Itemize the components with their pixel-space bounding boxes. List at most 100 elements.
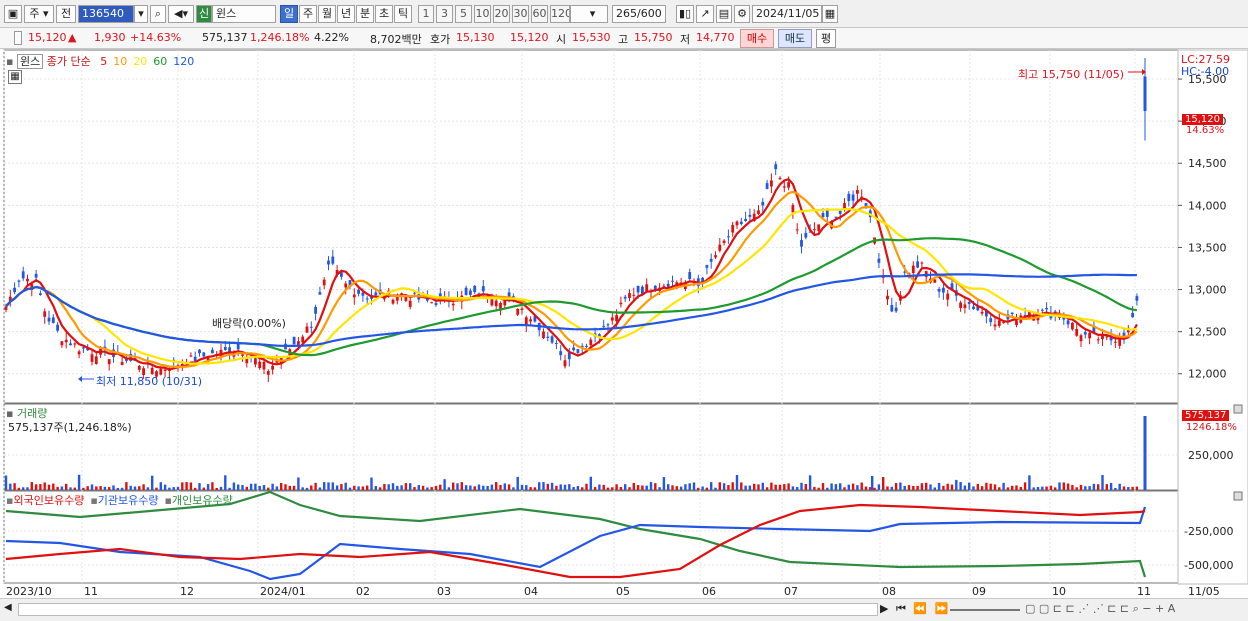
interval-button[interactable]: 10 (474, 5, 491, 23)
interval-button[interactable]: 3 (436, 5, 453, 23)
volume-pct-tag: 1246.18% (1186, 422, 1237, 433)
candle-body (778, 177, 782, 179)
candle-body (619, 302, 623, 305)
gear-icon[interactable]: ⚙ (734, 5, 750, 23)
volume-bar (955, 479, 958, 490)
ma-legend-item[interactable]: 20 (133, 55, 147, 68)
interval-button[interactable]: 30 (512, 5, 529, 23)
save-icon[interactable]: ▤ (716, 5, 732, 23)
volume-bar (275, 486, 279, 490)
scroll-left-icon[interactable]: ◀ (4, 602, 16, 617)
calendar-icon[interactable]: ▦ (822, 5, 838, 23)
ma-legend-item[interactable]: 60 (153, 55, 167, 68)
code-dropdown-icon[interactable]: ▾ (134, 5, 148, 23)
interval-dropdown[interactable]: ▾ (570, 5, 608, 23)
playback-controls-icon[interactable]: ▶ ⏮ ⏪ ⏩ (880, 602, 950, 616)
volume-bar (826, 487, 829, 490)
volume-bar (963, 485, 967, 490)
candle-body (211, 349, 214, 354)
chart-tools-icon[interactable]: ▢ ▢ ⊏ ⊏ ⋰ ⋰ ⊏ ⊏ ⌕ − + A (1025, 602, 1175, 616)
buy-button[interactable]: 매수 (740, 29, 774, 48)
volume-bar (361, 486, 365, 490)
volume-bar (344, 482, 347, 490)
volume-bar (753, 483, 756, 490)
period-tab[interactable]: 일 (280, 5, 298, 23)
eval-button[interactable]: 평 (816, 29, 836, 48)
holding-legend-item[interactable]: 개인보유수량 (172, 494, 233, 507)
zoom-slider[interactable] (950, 609, 1020, 611)
y-axis-label: 250,000 (1188, 449, 1234, 462)
layout-icon[interactable]: ▣ (4, 5, 22, 23)
panel-close-icon[interactable] (1233, 404, 1243, 414)
candle-body (464, 287, 468, 296)
legend-dot-icon: ▪ (90, 494, 98, 507)
ma-legend-item[interactable]: 5 (100, 55, 107, 68)
period-tab[interactable]: 분 (356, 5, 374, 23)
dividend-note: 배당락(0.00%) (212, 317, 286, 330)
market-select[interactable]: 주 ▾ (24, 5, 54, 23)
panel-grid-icon[interactable]: ▦ (8, 70, 22, 84)
volume-bar (82, 487, 85, 490)
prev-button[interactable]: 전 (56, 5, 76, 23)
candle-type-icon[interactable]: ▮▯ (676, 5, 694, 23)
volume-bar (933, 487, 936, 490)
volume-bar (473, 486, 476, 490)
candle-body (967, 301, 971, 304)
volume-bar (469, 485, 472, 490)
volume-bar (1032, 487, 1035, 490)
candle-body (189, 355, 193, 357)
quote-checkbox[interactable] (14, 31, 22, 45)
sell-button[interactable]: 매도 (778, 29, 812, 48)
ma-legend-item[interactable]: 10 (113, 55, 127, 68)
holding-legend-item[interactable]: 외국인보유수량 (13, 494, 84, 507)
interval-button[interactable]: 120 (550, 5, 570, 23)
draw-tool-icon[interactable]: ↗ (696, 5, 714, 23)
date-field[interactable]: 2024/11/05 (752, 5, 822, 23)
candle-body (606, 324, 610, 326)
panel-close-icon[interactable] (1233, 491, 1243, 501)
volume-bar (817, 487, 820, 490)
stock-name-field[interactable]: 윈스 (212, 5, 276, 23)
volume-bar (662, 477, 666, 490)
price-stock-label[interactable]: 윈스 (16, 54, 44, 69)
count-field[interactable]: 265/600 (612, 5, 666, 23)
volume-bar (133, 486, 137, 490)
stock-chart[interactable]: 2023/10 11 12 2024/01 02 03 04 05 06 07 08 09 10 11 11… (0, 49, 1248, 598)
horizontal-scrollbar[interactable] (18, 603, 878, 616)
volume-bar (17, 487, 21, 490)
volume-bar (589, 476, 592, 490)
sound-icon[interactable]: ◀▾ (168, 5, 194, 23)
volume-bar (950, 484, 954, 490)
volume-bar (318, 487, 322, 490)
volume-bar (860, 482, 863, 490)
period-tab[interactable]: 년 (337, 5, 355, 23)
period-tab[interactable]: 틱 (394, 5, 412, 23)
interval-button[interactable]: 20 (493, 5, 510, 23)
candle-body (615, 315, 618, 322)
period-tab[interactable]: 주 (299, 5, 317, 23)
volume-bar (649, 482, 653, 490)
high-label: 고 (618, 33, 629, 46)
candle-body (718, 244, 722, 251)
holding-legend-item[interactable]: 기관보유수량 (98, 494, 159, 507)
volume-bar (1015, 485, 1018, 490)
volume-bar (490, 484, 494, 490)
volume-bar (619, 486, 623, 490)
stock-code-input[interactable]: 136540 (78, 5, 134, 23)
ma-legend-item[interactable]: 120 (173, 55, 194, 68)
volume-bar (310, 485, 313, 490)
interval-button[interactable]: 5 (455, 5, 472, 23)
search-icon[interactable]: ⌕ (150, 5, 166, 23)
candle-body (60, 341, 64, 346)
volume-bar (654, 483, 657, 490)
period-tab[interactable]: 초 (375, 5, 393, 23)
period-tab[interactable]: 월 (318, 5, 336, 23)
candle-body (361, 292, 365, 296)
interval-button[interactable]: 1 (418, 5, 434, 23)
interval-button[interactable]: 60 (531, 5, 548, 23)
volume-bar (555, 485, 558, 490)
candle-body (765, 183, 769, 189)
candle-body (451, 303, 455, 306)
volume-bar (993, 484, 997, 490)
volume-bar (47, 484, 51, 490)
